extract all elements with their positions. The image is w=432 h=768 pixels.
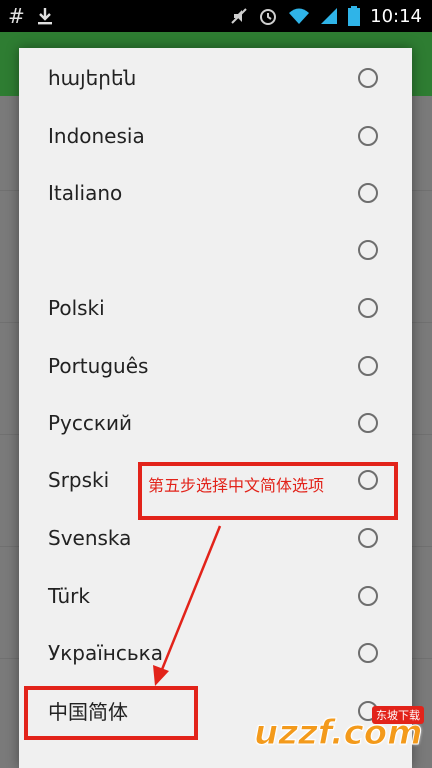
language-option[interactable]: Indonesia <box>19 107 412 164</box>
language-option[interactable]: Polski <box>19 279 412 336</box>
language-label: Svenska <box>48 525 132 550</box>
alarm-icon <box>260 9 277 25</box>
language-label: Srpski <box>48 467 110 492</box>
radio-button[interactable] <box>358 355 378 376</box>
language-label: Русский <box>48 410 132 435</box>
radio-button[interactable] <box>358 412 378 433</box>
language-option[interactable]: Türk <box>19 567 412 624</box>
language-label: հայերեն <box>48 65 137 90</box>
radio-button[interactable] <box>358 239 378 260</box>
language-dialog: հայերեն Indonesia Italiano Polski Portug… <box>19 48 412 768</box>
download-icon <box>37 8 52 25</box>
annotation-text: 第五步选择中文简体选项 <box>148 476 325 495</box>
radio-button[interactable] <box>358 585 378 606</box>
annotation-highlight-box <box>24 686 198 740</box>
mute-icon <box>231 8 247 24</box>
radio-button[interactable] <box>358 125 378 146</box>
hash-icon: # <box>8 4 25 28</box>
radio-button[interactable] <box>358 297 378 318</box>
radio-button[interactable] <box>358 642 378 663</box>
language-option[interactable]: Português <box>19 337 412 394</box>
wifi-icon <box>289 8 310 24</box>
radio-button[interactable] <box>358 527 378 548</box>
language-label: Polski <box>48 295 105 320</box>
language-option[interactable]: Italiano <box>19 164 412 221</box>
language-label: Українська <box>48 640 163 665</box>
language-label: Italiano <box>48 180 123 205</box>
clock: 10:14 <box>370 5 422 27</box>
language-option[interactable] <box>19 221 412 278</box>
language-option[interactable]: Русский <box>19 394 412 451</box>
status-bar: # 10:14 <box>0 0 432 32</box>
language-option[interactable]: հայերեն <box>19 49 412 106</box>
language-option[interactable]: Українська <box>19 624 412 681</box>
battery-icon <box>348 6 361 26</box>
radio-button[interactable] <box>358 67 378 88</box>
language-label: Indonesia <box>48 123 145 148</box>
signal-icon <box>321 8 338 24</box>
watermark: uzzf.com 东坡下载 <box>254 706 424 760</box>
language-label: Türk <box>48 583 90 608</box>
language-label: Português <box>48 353 149 378</box>
watermark-badge: 东坡下载 <box>372 706 424 724</box>
radio-button[interactable] <box>358 182 378 203</box>
